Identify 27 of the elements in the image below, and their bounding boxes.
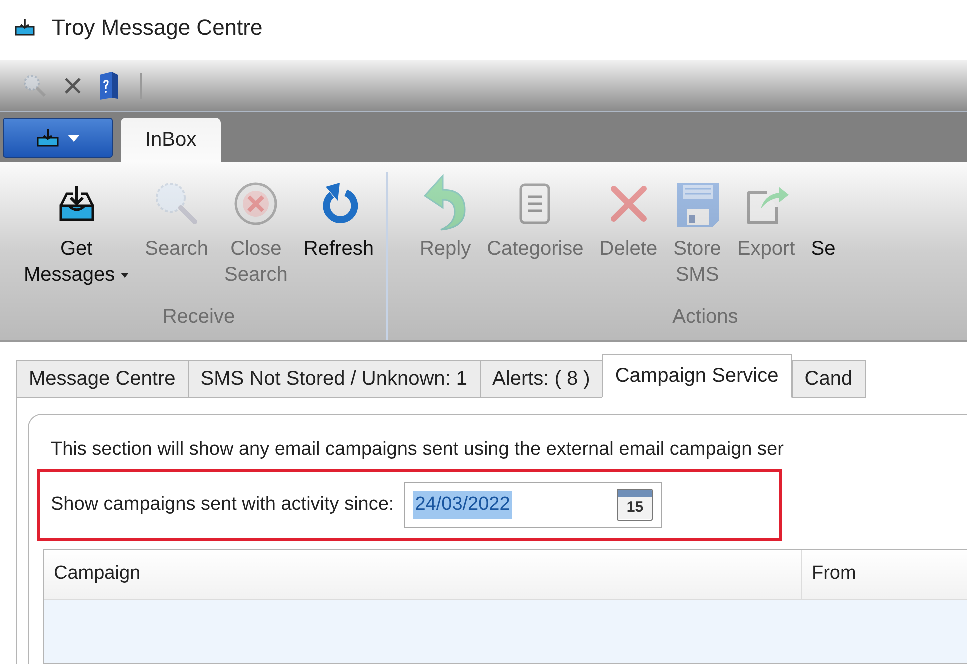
tab[interactable]: Campaign Service <box>602 354 792 398</box>
ribbon-button[interactable]: Refresh <box>298 172 380 302</box>
caret-icon <box>68 134 80 142</box>
document-icon <box>518 182 552 226</box>
ribbon-button[interactable]: Se <box>805 172 842 302</box>
group-label: Actions <box>672 305 738 330</box>
calendar-icon[interactable]: 15 <box>617 489 654 521</box>
column-header[interactable]: Campaign <box>44 550 802 599</box>
close-circle-icon <box>233 181 280 227</box>
help-book-icon[interactable] <box>98 70 120 100</box>
delete-x-icon <box>608 184 649 224</box>
description-text: This section will show any email campaigns sent using the external email campaign ser <box>51 438 785 462</box>
ribbon-button[interactable]: Get Messages <box>18 172 136 302</box>
date-value: 24/03/2022 <box>413 490 512 520</box>
tab[interactable]: Alerts: ( 8 ) <box>480 360 604 398</box>
inbox-icon <box>36 128 60 148</box>
group-label: Receive <box>162 305 236 330</box>
tab[interactable]: SMS Not Stored / Unknown: 1 <box>188 360 481 398</box>
ribbon-tab[interactable]: InBox <box>121 118 221 162</box>
app-menu-button[interactable] <box>3 118 113 158</box>
date-field[interactable]: 24/03/2022 15 <box>404 482 662 528</box>
since-label: Show campaigns sent with activity since: <box>51 492 394 517</box>
app-inbox-icon <box>14 18 36 36</box>
tab[interactable]: Message Centre <box>16 360 189 398</box>
tab[interactable]: Cand <box>792 360 866 398</box>
window-title: Troy Message Centre <box>52 14 263 42</box>
column-header[interactable]: From <box>802 550 967 599</box>
